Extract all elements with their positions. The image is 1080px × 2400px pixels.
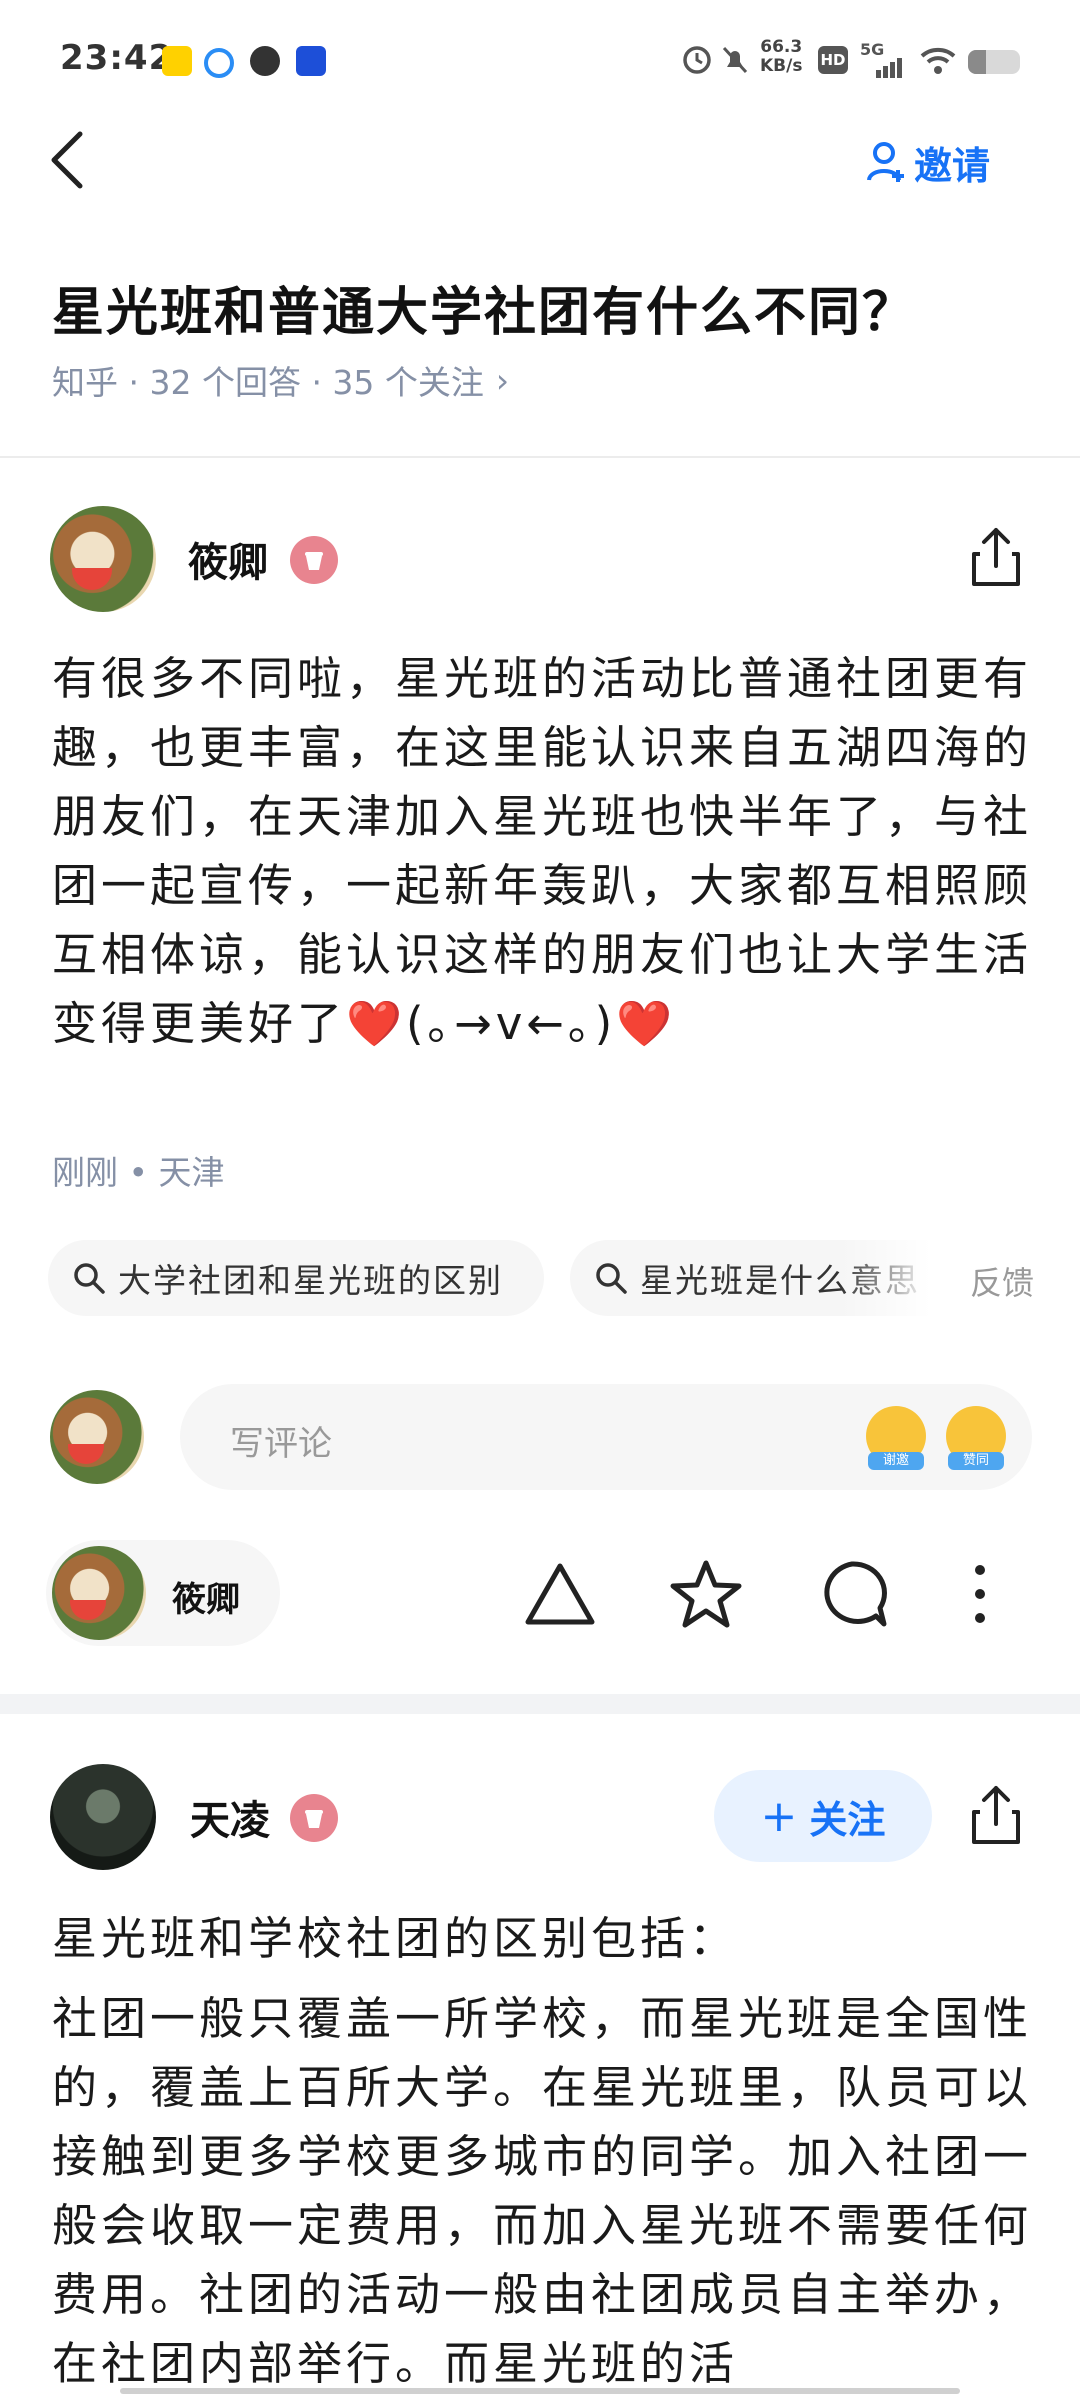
invite-user-icon [867, 142, 904, 182]
pill-author-name: 筱卿 [172, 1580, 240, 1620]
battery-level [968, 50, 987, 74]
feedback-link[interactable]: 反馈 [970, 1258, 1034, 1304]
status-time: 23:42 [60, 38, 174, 78]
battery-icon [968, 50, 1020, 74]
answer-time-location: 刚刚 • 天津 [52, 1153, 225, 1192]
browser-icon [204, 48, 234, 78]
emoji-thanks-icon[interactable]: 谢邀 [866, 1406, 926, 1470]
comment-input[interactable]: 写评论 谢邀 赞同 [180, 1384, 1032, 1490]
avatar [52, 1546, 146, 1640]
share-icon[interactable] [966, 524, 1026, 590]
search-icon [74, 1263, 105, 1294]
more-icon[interactable] [964, 1560, 996, 1628]
upvote-icon[interactable] [522, 1560, 598, 1628]
avatar[interactable] [50, 506, 156, 612]
wifi-icon [920, 47, 956, 74]
hd-icon: HD [818, 46, 848, 74]
meituan-icon [162, 46, 192, 76]
invite-label: 邀请 [914, 143, 991, 188]
home-indicator[interactable] [120, 2388, 960, 2394]
share-icon[interactable] [966, 1782, 1026, 1848]
signal-icon [876, 58, 902, 78]
star-icon[interactable] [668, 1558, 744, 1630]
badge-icon [290, 1794, 338, 1842]
badge-icon [290, 536, 338, 584]
watermelon-icon [72, 568, 112, 590]
comment-icon[interactable] [814, 1558, 890, 1630]
calendar-icon [296, 46, 326, 76]
back-icon[interactable] [46, 128, 90, 192]
app-icon [250, 46, 280, 76]
author-name[interactable]: 筱卿 [188, 530, 268, 588]
follow-button[interactable]: + 关注 [714, 1770, 932, 1862]
search-icon [596, 1263, 627, 1294]
invite-button[interactable]: 邀请 [866, 132, 990, 192]
question-meta[interactable]: 知乎 · 32 个回答 · 35 个关注 › [52, 356, 509, 404]
answer-content[interactable]: 社团一般只覆盖一所学校，而星光班是全国性的，覆盖上百所大学。在星光班里，队员可以… [52, 1984, 1032, 2384]
question-title: 星光班和普通大学社团有什么不同？ [52, 283, 917, 343]
avatar [50, 1390, 144, 1484]
answer-content[interactable]: 有很多不同啦，星光班的活动比普通社团更有趣，也更丰富，在这里能认识来自五湖四海的… [52, 644, 1032, 1058]
watermelon-icon [68, 1444, 104, 1464]
emoji-tag: 谢邀 [868, 1452, 924, 1470]
author-pill[interactable]: 筱卿 [46, 1540, 280, 1646]
chevron-right-icon: › [495, 360, 510, 400]
emoji-agree-icon[interactable]: 赞同 [946, 1406, 1006, 1470]
watermelon-icon [70, 1600, 106, 1620]
net-speed-value: 66.3 [760, 37, 803, 57]
mute-icon [722, 46, 748, 74]
follow-label: 关注 [809, 1797, 886, 1842]
comment-placeholder: 写评论 [230, 1424, 332, 1464]
author-name[interactable]: 天凌 [190, 1788, 270, 1846]
avatar[interactable] [50, 1764, 156, 1870]
chip-fade [840, 1240, 970, 1316]
divider [0, 456, 1080, 458]
status-bar: 23:42 66.3 KB/s HD 5G [0, 0, 1080, 120]
related-search-chip[interactable]: 大学社团和星光班的区别 [48, 1240, 544, 1316]
question-meta-text: 知乎 · 32 个回答 · 35 个关注 [52, 363, 484, 402]
related-search-label: 大学社团和星光班的区别 [118, 1261, 503, 1300]
emoji-tag: 赞同 [948, 1452, 1004, 1470]
net-speed: 66.3 KB/s [760, 38, 802, 76]
alarm-icon [683, 46, 711, 74]
plus-icon: + [760, 1790, 798, 1842]
net-speed-unit: KB/s [760, 56, 803, 76]
answer-heading[interactable]: 星光班和学校社团的区别包括： [52, 1904, 1032, 1973]
answer-separator [0, 1694, 1080, 1714]
